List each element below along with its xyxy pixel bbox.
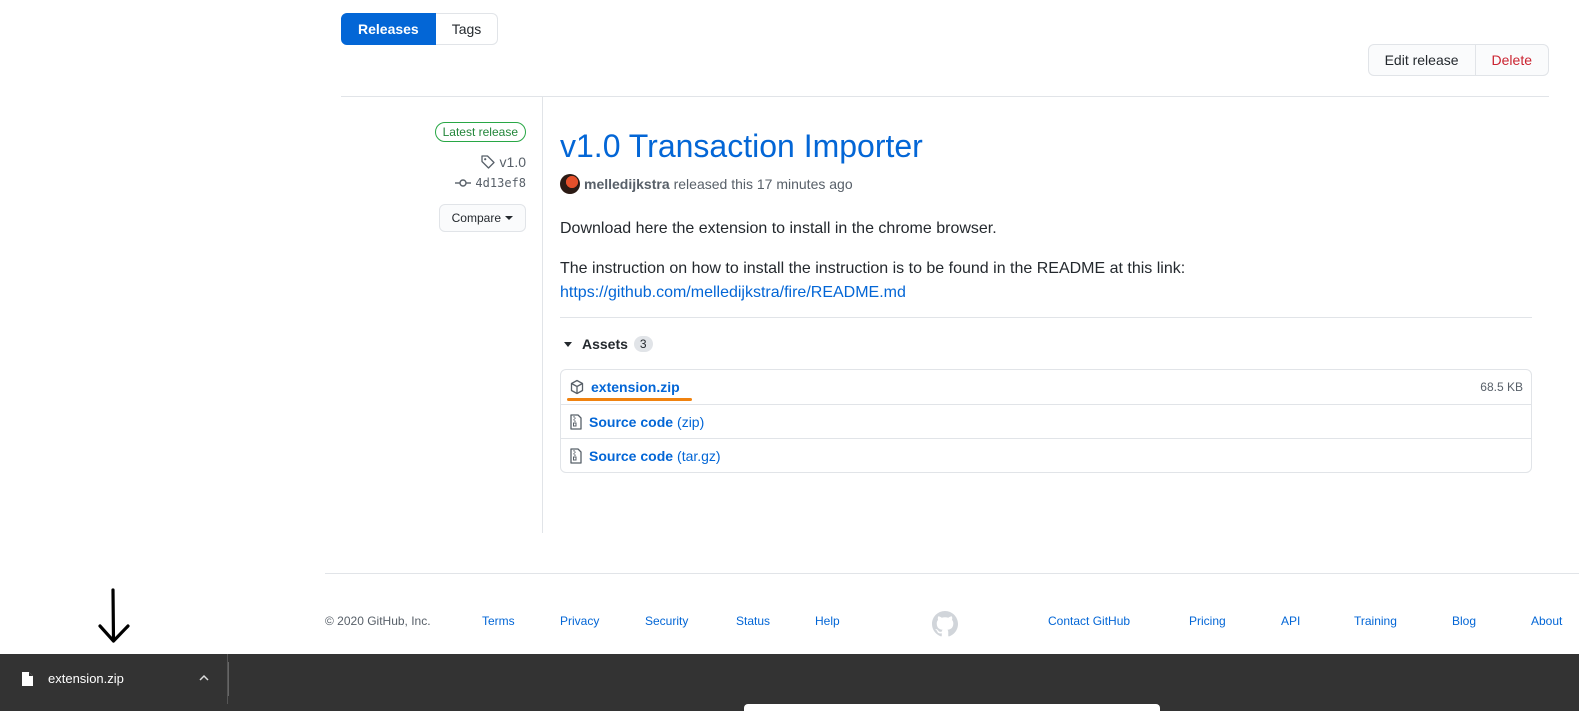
asset-row-source-targz: Source code (tar.gz) bbox=[561, 438, 1531, 472]
taskbar-tab bbox=[744, 704, 1160, 711]
footer-copyright: © 2020 GitHub, Inc. bbox=[325, 614, 431, 628]
tag-link[interactable]: v1.0 bbox=[480, 154, 526, 170]
footer-link-contact[interactable]: Contact GitHub bbox=[1048, 614, 1130, 628]
assets-list: extension.zip 68.5 KB Source code (zip) … bbox=[560, 369, 1532, 473]
asset-row-source-zip: Source code (zip) bbox=[561, 404, 1531, 438]
commit-sha: 4d13ef8 bbox=[475, 176, 526, 190]
github-logo-icon[interactable] bbox=[932, 611, 958, 640]
asset-size: 68.5 KB bbox=[1480, 380, 1523, 394]
download-separator bbox=[228, 662, 229, 696]
download-filename: extension.zip bbox=[48, 671, 124, 686]
highlight-underline bbox=[567, 398, 692, 401]
edit-release-button[interactable]: Edit release bbox=[1367, 44, 1476, 76]
footer-divider bbox=[325, 573, 1579, 574]
release-description-2: The instruction on how to install the in… bbox=[560, 257, 1532, 305]
asset-row-extension: extension.zip 68.5 KB bbox=[561, 370, 1531, 404]
release-actions: Edit release Delete bbox=[1367, 44, 1549, 76]
compare-button[interactable]: Compare bbox=[438, 204, 526, 232]
caret-down-icon bbox=[505, 216, 513, 220]
download-item[interactable]: extension.zip bbox=[0, 654, 228, 704]
asset-link-source-zip[interactable]: Source code bbox=[589, 414, 673, 430]
readme-link[interactable]: https://github.com/melledijkstra/fire/RE… bbox=[560, 284, 906, 301]
asset-link-source-targz[interactable]: Source code bbox=[589, 448, 673, 464]
release-description-2-text: The instruction on how to install the in… bbox=[560, 260, 1186, 277]
file-icon bbox=[22, 672, 33, 686]
download-bar: extension.zip bbox=[0, 654, 1579, 711]
commit-link[interactable]: 4d13ef8 bbox=[455, 176, 526, 190]
triangle-down-icon bbox=[564, 341, 572, 347]
release-main: v1.0 Transaction Importer melledijkstra … bbox=[560, 125, 1532, 473]
file-zip-icon bbox=[570, 447, 582, 464]
asset-suffix-zip[interactable]: (zip) bbox=[677, 414, 704, 430]
assets-heading: Assets bbox=[582, 336, 628, 352]
releases-tab[interactable]: Releases bbox=[341, 13, 436, 45]
footer-link-api[interactable]: API bbox=[1281, 614, 1300, 628]
arrow-down-icon bbox=[98, 588, 130, 643]
chevron-up-icon[interactable] bbox=[198, 673, 210, 683]
tags-tab[interactable]: Tags bbox=[435, 13, 499, 45]
asset-suffix-targz[interactable]: (tar.gz) bbox=[677, 448, 721, 464]
footer-link-blog[interactable]: Blog bbox=[1452, 614, 1476, 628]
latest-release-badge: Latest release bbox=[434, 122, 526, 142]
tag-icon bbox=[480, 155, 495, 169]
file-zip-icon bbox=[570, 413, 582, 430]
package-icon bbox=[570, 379, 584, 395]
footer-link-pricing[interactable]: Pricing bbox=[1189, 614, 1226, 628]
commit-icon bbox=[455, 179, 472, 187]
avatar[interactable] bbox=[560, 174, 580, 194]
footer-link-help[interactable]: Help bbox=[815, 614, 840, 628]
footer-link-about[interactable]: About bbox=[1531, 614, 1562, 628]
footer-link-privacy[interactable]: Privacy bbox=[560, 614, 599, 628]
release-description-1: Download here the extension to install i… bbox=[560, 220, 997, 237]
release-meta: Latest release v1.0 4d13ef8 Compare bbox=[434, 122, 526, 232]
timeline-divider bbox=[542, 97, 543, 533]
header-divider bbox=[341, 96, 1549, 97]
footer-link-security[interactable]: Security bbox=[645, 614, 688, 628]
assets-count: 3 bbox=[633, 336, 653, 352]
releases-tags-subnav: Releases Tags bbox=[341, 13, 499, 45]
footer-link-terms[interactable]: Terms bbox=[482, 614, 515, 628]
assets-divider bbox=[560, 317, 1532, 318]
footer-link-status[interactable]: Status bbox=[736, 614, 770, 628]
footer-link-training[interactable]: Training bbox=[1354, 614, 1397, 628]
release-byline: melledijkstra released this 17 minutes a… bbox=[560, 174, 1532, 194]
assets-toggle[interactable]: Assets 3 bbox=[560, 336, 1532, 352]
site-footer: © 2020 GitHub, Inc. Terms Privacy Securi… bbox=[0, 611, 1579, 637]
release-title[interactable]: v1.0 Transaction Importer bbox=[560, 128, 923, 164]
released-time: released this 17 minutes ago bbox=[673, 176, 853, 192]
author-link[interactable]: melledijkstra bbox=[584, 176, 670, 192]
compare-label: Compare bbox=[451, 211, 501, 225]
delete-release-button[interactable]: Delete bbox=[1475, 44, 1549, 76]
tag-name: v1.0 bbox=[499, 154, 526, 170]
asset-link-extension[interactable]: extension.zip bbox=[591, 379, 680, 395]
